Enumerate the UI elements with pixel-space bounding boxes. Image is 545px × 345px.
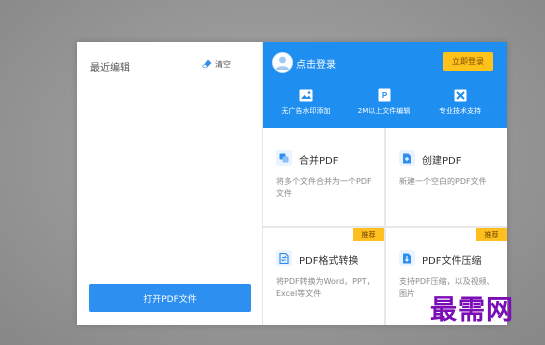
function-pane: 点击登录 立即登录 无广告水印添加 P 2M以上文件编辑 专业技术支持 合并PD… (263, 42, 507, 325)
login-now-button[interactable]: 立即登录 (443, 52, 493, 71)
eraser-icon (202, 59, 212, 70)
large-file-edit-icon: P (349, 88, 419, 102)
tech-support-icon (425, 88, 495, 102)
svg-text:P: P (381, 91, 387, 100)
feature-tech-support: 专业技术支持 (425, 88, 495, 116)
recommend-badge: 推荐 (353, 228, 384, 241)
feature-label: 无广告水印添加 (281, 107, 331, 115)
card-description: 将多个文件合并为一个PDF文件 (276, 177, 372, 198)
compress-icon (399, 250, 415, 266)
app-panel: 最近编辑 清空 打开PDF文件 点击登录 立即登录 无广告水印添加 P 2M以上… (77, 42, 507, 325)
no-watermark-icon (271, 88, 341, 102)
login-header: 点击登录 立即登录 无广告水印添加 P 2M以上文件编辑 专业技术支持 (263, 42, 507, 128)
recent-edits-title: 最近编辑 (90, 63, 130, 74)
feature-large-file-edit: P 2M以上文件编辑 (349, 88, 419, 116)
card-description: 将PDF转换为Word，PPT，Excel等文件 (276, 277, 375, 298)
create-icon (399, 150, 415, 166)
card-title: PDF文件压缩 (422, 256, 482, 267)
site-watermark: 最需网 (430, 295, 514, 326)
convert-icon (276, 250, 292, 266)
recent-edits-pane: 最近编辑 清空 打开PDF文件 (77, 42, 263, 325)
recommend-badge: 推荐 (476, 228, 507, 241)
login-label[interactable]: 点击登录 (296, 56, 336, 71)
merge-icon (276, 150, 292, 166)
card-title: 合并PDF (299, 156, 339, 167)
card-title: 创建PDF (422, 156, 462, 167)
feature-label: 2M以上文件编辑 (357, 107, 411, 115)
open-pdf-button[interactable]: 打开PDF文件 (89, 284, 251, 312)
clear-label: 清空 (215, 60, 231, 69)
feature-no-watermark: 无广告水印添加 (271, 88, 341, 116)
feature-label: 专业技术支持 (439, 107, 481, 115)
clear-button[interactable]: 清空 (202, 59, 231, 70)
card-title: PDF格式转换 (299, 256, 359, 267)
create-pdf-card[interactable]: 创建PDF 新建一个空白的PDF文件 (386, 128, 507, 226)
pdf-convert-card[interactable]: 推荐 PDF格式转换 将PDF转换为Word，PPT，Excel等文件 (263, 228, 384, 325)
card-description: 新建一个空白的PDF文件 (399, 177, 487, 186)
merge-pdf-card[interactable]: 合并PDF 将多个文件合并为一个PDF文件 (263, 128, 384, 226)
avatar[interactable] (272, 52, 293, 73)
